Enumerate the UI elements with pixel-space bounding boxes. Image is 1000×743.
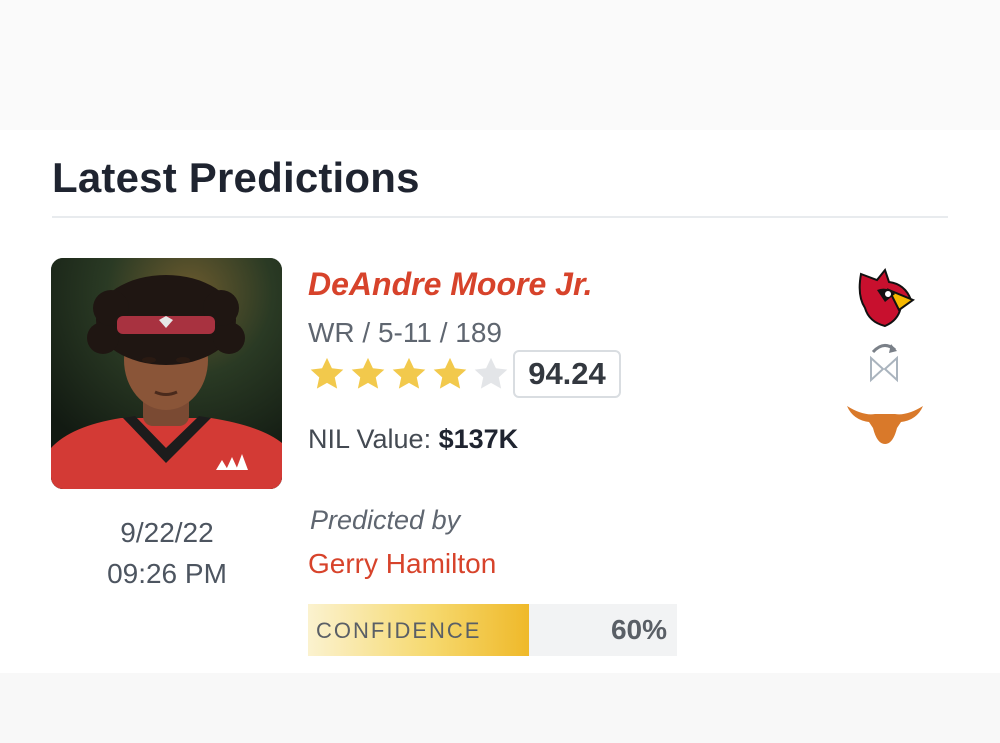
- star-filled-icon: [392, 357, 426, 389]
- confidence-bar: CONFIDENCE 60%: [308, 604, 677, 656]
- section-title: Latest Predictions: [52, 154, 420, 201]
- louisville-cardinal-logo[interactable]: [855, 266, 916, 333]
- star-rating: [308, 355, 510, 395]
- player-name-link[interactable]: DeAndre Moore Jr.: [308, 266, 593, 303]
- nil-value-row: NIL Value: $137K: [308, 424, 518, 455]
- player-photo[interactable]: [51, 258, 282, 489]
- commit-switch-icon: [867, 340, 901, 389]
- section-divider: [52, 216, 948, 218]
- star-filled-icon: [351, 357, 385, 389]
- nil-value: $137K: [438, 424, 519, 454]
- player-rating: 94.24: [513, 350, 621, 398]
- predicted-by-label: Predicted by: [310, 505, 461, 535]
- star-filled-icon: [433, 357, 467, 389]
- star-filled-icon: [310, 357, 344, 389]
- confidence-percent: 60%: [610, 614, 667, 645]
- nil-label: NIL Value:: [308, 424, 432, 454]
- texas-longhorn-logo[interactable]: [845, 402, 925, 451]
- predictor-name-link[interactable]: Gerry Hamilton: [308, 548, 496, 580]
- confidence-label: CONFIDENCE: [316, 618, 482, 643]
- prediction-date: 9/22/22: [120, 517, 214, 548]
- player-position-height-weight: WR / 5-11 / 189: [308, 317, 503, 348]
- star-empty-icon: [474, 357, 508, 389]
- page-background-band: [0, 673, 1000, 743]
- prediction-time: 09:26 PM: [107, 558, 227, 589]
